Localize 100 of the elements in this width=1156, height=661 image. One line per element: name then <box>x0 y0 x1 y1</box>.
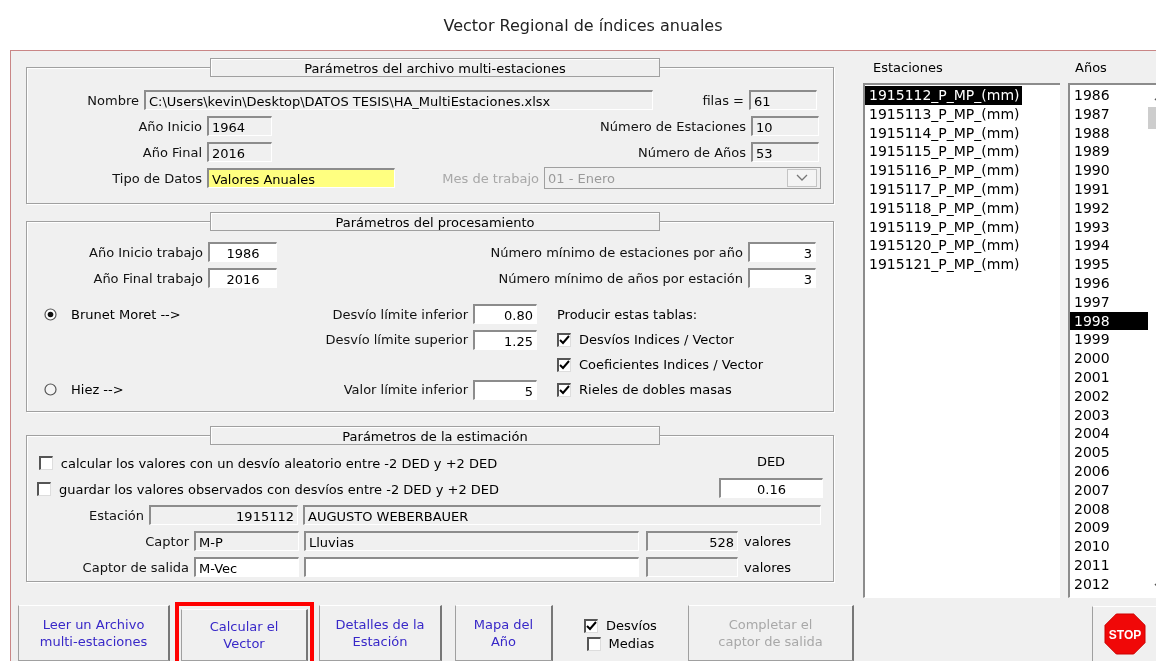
year-item[interactable]: 2000 <box>1070 349 1148 368</box>
year-item[interactable]: 2009 <box>1070 518 1148 538</box>
year-item[interactable]: 1998 <box>1070 311 1148 331</box>
station-item[interactable]: 1915119_P_MP_(mm) <box>865 217 1022 237</box>
station-name-field[interactable]: AUGUSTO WEBERBAUER <box>303 505 821 525</box>
year-item[interactable]: 2004 <box>1070 424 1148 444</box>
station-item[interactable]: 1915115_P_MP_(mm) <box>865 142 1022 162</box>
year-item[interactable]: 1993 <box>1070 217 1148 237</box>
year-item[interactable]: 2001 <box>1070 367 1148 387</box>
field-label: filas = <box>701 92 745 108</box>
field-label: DED <box>756 454 786 470</box>
year-item[interactable]: 2005 <box>1070 443 1148 462</box>
checkbox[interactable] <box>557 332 571 347</box>
action-button[interactable]: Detalles de la Estación <box>319 605 442 661</box>
station-count-field[interactable]: 10 <box>751 116 819 136</box>
year-item[interactable]: 1986 <box>1070 86 1148 105</box>
year-item[interactable]: 2008 <box>1070 499 1148 519</box>
field-label: Año Final trabajo <box>92 270 204 286</box>
field-label: Estación <box>88 507 145 523</box>
field-label: Año Inicio trabajo <box>88 244 204 260</box>
file-path-field[interactable]: C:\Users\kevin\Desktop\DATOS TESIS\HA_MultiEstaciones.xlsx <box>144 90 653 110</box>
action-button[interactable]: Calcular el Vector <box>181 609 308 661</box>
output-count-field[interactable] <box>646 557 738 577</box>
radio-button[interactable] <box>44 383 57 396</box>
action-button[interactable]: Mapa del Año <box>455 605 553 661</box>
station-item[interactable]: 1915112_P_MP_(mm) <box>865 86 1022 105</box>
checkbox[interactable] <box>38 456 53 470</box>
year-item[interactable]: 2002 <box>1070 386 1148 406</box>
group-title: Parámetros de la estimación <box>210 426 660 445</box>
year-item[interactable]: 2006 <box>1070 461 1148 481</box>
station-item[interactable]: 1915113_P_MP_(mm) <box>865 104 1022 124</box>
sensor-code-field[interactable]: M-P <box>194 531 299 551</box>
sensor-name-field[interactable]: Lluvias <box>304 531 639 551</box>
unit-label: valores <box>743 559 792 575</box>
checkbox-label[interactable]: Coeficientes Indices / Vector <box>579 357 764 372</box>
radio-label[interactable]: Brunet Moret --> <box>71 306 181 322</box>
year-item[interactable]: 1994 <box>1070 236 1148 256</box>
chevron-down-icon <box>796 174 808 182</box>
year-item[interactable]: 2011 <box>1070 555 1148 575</box>
field-label: Nombre <box>86 92 140 108</box>
checkbox[interactable] <box>557 382 571 397</box>
checkbox-label[interactable]: guardar los valores observados con desvíos entre -2 DED y +2 DED <box>59 481 500 497</box>
output-sensor-name-field[interactable] <box>304 557 639 577</box>
year-item[interactable]: 1989 <box>1070 142 1148 162</box>
checkbox-label[interactable]: Desvíos <box>606 618 657 633</box>
min-stations-field[interactable]: 3 <box>748 242 816 262</box>
year-item[interactable]: 1999 <box>1070 330 1148 350</box>
work-end-year-field[interactable]: 2016 <box>208 268 277 288</box>
checkbox[interactable] <box>586 636 601 651</box>
checkbox-label[interactable]: calcular los valores con un desvío aleatorio entre -2 DED y +2 DED <box>60 455 498 471</box>
ded-field[interactable]: 0.16 <box>719 477 823 498</box>
data-type-field[interactable]: Valores Anuales <box>207 168 395 188</box>
list-title: Estaciones <box>872 59 944 77</box>
radio-label[interactable]: Hiez --> <box>71 382 124 397</box>
field-label: Desvío límite inferior <box>332 306 469 322</box>
year-item[interactable]: 1996 <box>1070 273 1148 293</box>
stop-button[interactable]: STOP <box>1092 606 1156 661</box>
station-item[interactable]: 1915114_P_MP_(mm) <box>865 123 1022 143</box>
year-item[interactable]: 1988 <box>1070 123 1148 143</box>
end-year-field[interactable]: 2016 <box>207 142 272 162</box>
start-year-field[interactable]: 1964 <box>207 116 272 136</box>
action-button[interactable]: Leer un Archivo multi-estaciones <box>18 605 170 661</box>
upper-deviation-field[interactable]: 1.25 <box>473 329 537 350</box>
station-item[interactable]: 1915117_P_MP_(mm) <box>865 180 1022 199</box>
year-item[interactable]: 2012 <box>1070 574 1148 594</box>
tables-heading: Producir estas tablas: <box>556 306 699 322</box>
rows-field[interactable]: 61 <box>749 90 817 110</box>
checkbox-label[interactable]: Desvíos Indices / Vector <box>579 332 734 347</box>
year-item[interactable]: 1987 <box>1070 104 1148 124</box>
year-item[interactable]: 1997 <box>1070 292 1148 312</box>
output-sensor-code-field[interactable]: M-Vec <box>194 557 299 577</box>
station-code-field[interactable]: 1915112 <box>149 505 298 525</box>
year-item[interactable]: 1995 <box>1070 255 1148 274</box>
station-item[interactable]: 1915118_P_MP_(mm) <box>865 198 1022 218</box>
year-item[interactable]: 1990 <box>1070 161 1148 180</box>
station-item[interactable]: 1915116_P_MP_(mm) <box>865 161 1022 180</box>
lower-value-field[interactable]: 5 <box>473 379 537 400</box>
year-item[interactable]: 2003 <box>1070 405 1148 425</box>
checkbox[interactable] <box>37 482 51 496</box>
year-item[interactable]: 2007 <box>1070 480 1148 500</box>
list-title: Años <box>1074 59 1108 77</box>
min-years-field[interactable]: 3 <box>748 268 816 288</box>
work-start-year-field[interactable]: 1986 <box>208 242 277 262</box>
year-item[interactable]: 1992 <box>1070 198 1148 218</box>
field-label: Tipo de Datos <box>111 170 203 186</box>
checkbox-label[interactable]: Medias <box>608 636 655 651</box>
checkbox[interactable] <box>584 618 599 633</box>
checkbox-label[interactable]: Rieles de dobles masas <box>579 382 732 397</box>
radio-button[interactable] <box>44 307 57 321</box>
window-title: Vector Regional de índices anuales <box>443 15 723 35</box>
field-label: Captor de salida <box>81 559 190 575</box>
station-item[interactable]: 1915121_P_MP_(mm) <box>865 255 1022 274</box>
station-item[interactable]: 1915120_P_MP_(mm) <box>865 236 1022 256</box>
year-item[interactable]: 1991 <box>1070 180 1148 199</box>
year-item[interactable]: 2010 <box>1070 537 1148 556</box>
checkbox[interactable] <box>557 357 571 372</box>
value-count-field[interactable]: 528 <box>646 531 738 551</box>
year-count-field[interactable]: 53 <box>751 142 819 162</box>
checkmark-icon <box>559 360 570 370</box>
lower-deviation-field[interactable]: 0.80 <box>473 304 537 324</box>
